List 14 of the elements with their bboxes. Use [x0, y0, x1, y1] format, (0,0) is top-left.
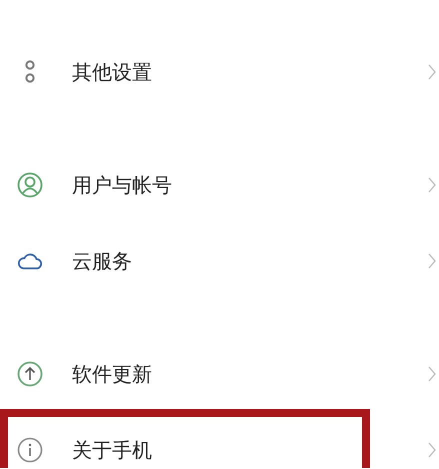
settings-item[interactable]: 关于手机 [0, 412, 439, 469]
settings-item[interactable]: 用户与帐号 [0, 147, 439, 223]
chevron-right-icon [428, 253, 436, 269]
info-icon [17, 437, 43, 463]
settings-item[interactable]: 云服务 [0, 223, 439, 299]
dots-icon [23, 60, 37, 84]
cloud-icon [17, 251, 43, 271]
settings-item[interactable]: 软件更新 [0, 336, 439, 412]
chevron-right-icon [428, 64, 436, 80]
user-icon [17, 172, 43, 198]
chevron-right-icon [428, 366, 436, 382]
chevron-right-icon [428, 177, 436, 193]
settings-item[interactable]: 其他设置 [0, 34, 439, 110]
chevron-right-icon [428, 442, 436, 458]
